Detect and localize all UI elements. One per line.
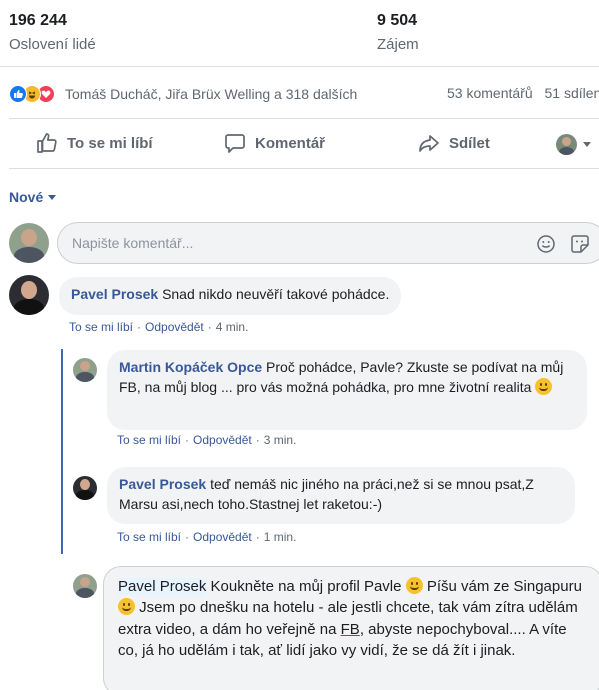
divider [0,66,599,67]
avatar[interactable] [9,223,49,263]
chevron-down-icon [583,142,591,147]
reply-bubble: Pavel Prosek teď nemáš nic jiného na prá… [107,467,575,524]
reply-input[interactable]: Pavel Prosek Koukněte na můj profil Pavl… [103,566,599,690]
like-button-label: To se mi líbí [67,134,153,152]
share-button[interactable]: Sdílet [418,132,490,154]
spellcheck-word: FB [340,620,360,638]
share-button-label: Sdílet [449,134,490,152]
sort-label: Nové [9,189,44,205]
divider [9,118,599,119]
reach-stat: 196 244 Oslovení lidé [9,12,96,53]
reach-value: 196 244 [9,12,67,29]
interest-value: 9 504 [377,12,418,29]
comments-count-link[interactable]: 53 komentářů [447,85,533,101]
avatar[interactable] [9,275,49,315]
avatar [556,134,577,155]
reaction-icons[interactable] [9,85,55,103]
smile-emoji-icon [118,598,135,616]
thumbs-up-icon [37,133,57,153]
reply-reply-link[interactable]: Odpovědět [193,530,252,544]
reactions-summary[interactable]: Tomáš Ducháč, Jiřa Brüx Welling a 318 da… [9,83,599,105]
grinning-emoji-icon [535,377,553,395]
reaction-counts: 53 komentářů 51 sdílen [439,85,599,101]
reply-time: 1 min. [263,530,297,544]
mention-tag: Pavel Prosek [118,578,207,595]
avatar[interactable] [73,476,97,500]
post-stats: 196 244 Oslovení lidé 9 504 Zájem [0,0,599,66]
share-icon [419,135,439,152]
reply-actions: To se mi líbí · Odpovědět · 1 min. [117,530,297,544]
avatar[interactable] [73,358,97,382]
post-as-selector[interactable] [556,134,591,155]
comment-sort-dropdown[interactable]: Nové [9,189,57,205]
like-icon [9,85,27,103]
reply-like-link[interactable]: To se mi líbí [117,433,181,447]
interest-label: Zájem [377,36,419,53]
comment-input-placeholder: Napište komentář... [72,235,194,251]
reply-like-link[interactable]: To se mi líbí [117,530,181,544]
like-button[interactable]: To se mi líbí [36,132,153,154]
comment-bubble: Pavel Prosek Snad nikdo neuvěří takové p… [59,277,402,315]
comment-time: 4 min. [215,320,249,334]
comment-like-link[interactable]: To se mi líbí [69,320,133,334]
comment-reply-link[interactable]: Odpovědět [145,320,204,334]
emoji-icon[interactable] [536,234,556,254]
reaction-names[interactable]: Tomáš Ducháč, Jiřa Brüx Welling a 318 da… [65,86,357,102]
comment-icon [225,134,245,153]
reply-actions: To se mi líbí · Odpovědět · 3 min. [117,433,297,447]
thread-line [61,349,63,554]
reply-reply-link[interactable]: Odpovědět [193,433,252,447]
comment-button[interactable]: Komentář [224,132,325,154]
shares-count-link[interactable]: 51 sdílen [545,85,599,101]
smile-emoji-icon [405,577,423,594]
avatar[interactable] [73,574,97,598]
reply-author[interactable]: Martin Kopáček Opce [119,359,262,375]
reach-label: Oslovení lidé [9,36,96,53]
comment-actions: To se mi líbí · Odpovědět · 4 min. [69,320,249,334]
reply-author[interactable]: Pavel Prosek [119,476,206,492]
chevron-down-icon [48,194,57,200]
comment-text: Snad nikdo neuvěří takové pohádce. [162,286,390,302]
comment-input[interactable]: Napište komentář... [57,222,599,264]
draft-text: Píšu vám ze Singapuru [422,578,582,595]
divider [9,168,599,169]
sticker-icon[interactable] [570,234,590,254]
comment-author[interactable]: Pavel Prosek [71,286,158,302]
reply-bubble: Martin Kopáček Opce Proč pohádce, Pavle?… [107,350,587,430]
draft-text: Koukněte na můj profil Pavle [206,578,406,595]
comment-button-label: Komentář [255,134,326,152]
reply-time: 3 min. [263,433,297,447]
interest-stat: 9 504 Zájem [377,12,419,53]
post-actions: To se mi líbí Komentář Sdílet [0,120,599,168]
